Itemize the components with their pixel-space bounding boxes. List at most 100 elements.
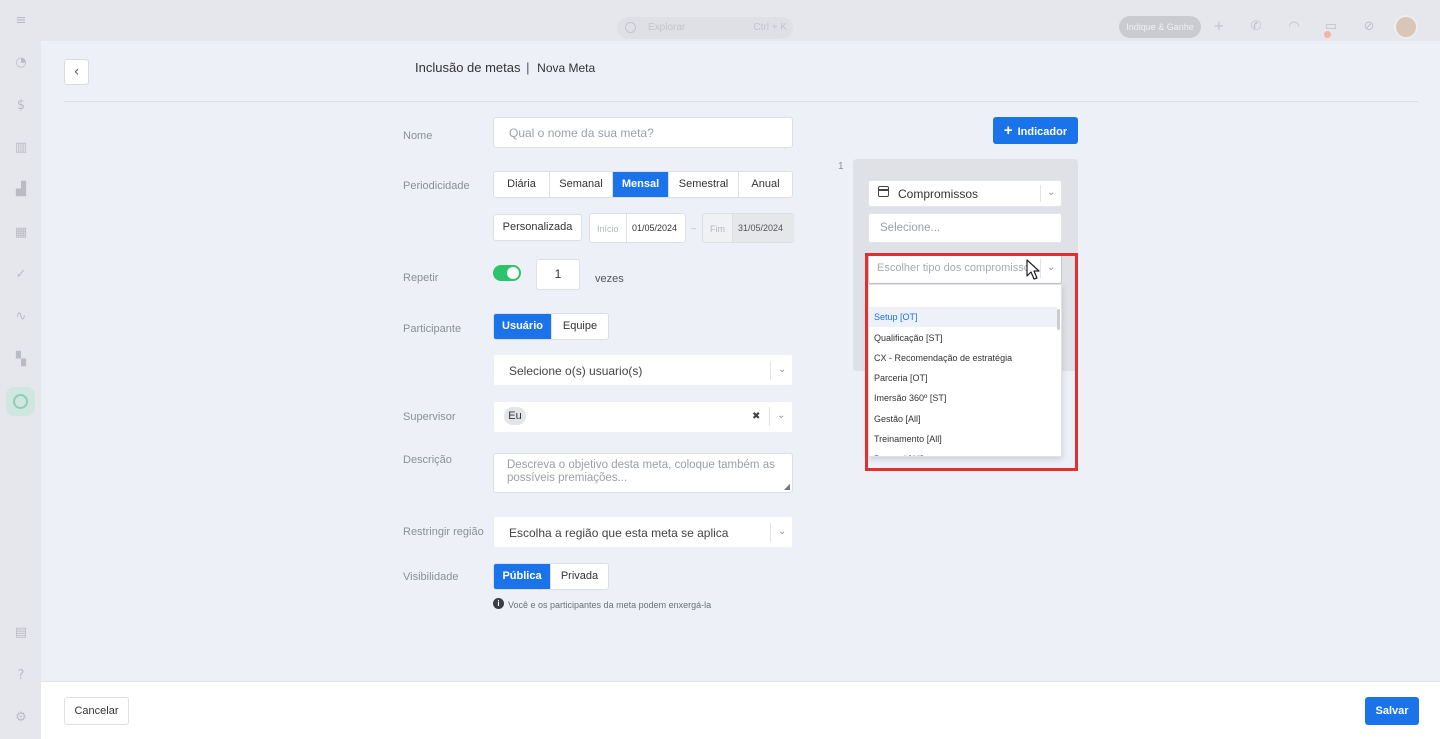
grid-icon[interactable]: ▚ [14, 353, 28, 367]
periodicidade-toggle: Diária Semanal Mensal Semestral Anual [493, 171, 793, 198]
check-circle-icon[interactable]: ✓ [14, 268, 28, 282]
indicator-type-value: Compromissos [898, 187, 979, 201]
modal-footer: Cancelar Salvar [41, 681, 1440, 739]
inicio-field[interactable]: Início 01/05/2024 [589, 213, 686, 243]
explore-shortcut: Ctrl + K [753, 22, 787, 33]
descricao-textarea[interactable]: Descreva o objetivo desta meta, coloque … [493, 453, 793, 493]
supervisor-select[interactable] [493, 401, 793, 433]
select-separator [770, 523, 771, 542]
regiao-placeholder: Escolha a região que esta meta se aplica [509, 526, 729, 540]
nome-label: Nome [403, 130, 433, 142]
notification-dot [1324, 31, 1331, 38]
descricao-placeholder: Descreva o objetivo desta meta, coloque … [507, 459, 775, 484]
indicator-value-select[interactable]: Selecione... [868, 213, 1062, 243]
visibilidade-publica[interactable]: Pública [494, 564, 551, 589]
participante-label: Participante [403, 323, 462, 335]
gear-icon[interactable]: ⚙ [14, 711, 28, 725]
annotation-highlight-box [865, 253, 1078, 471]
money-icon[interactable]: $ [14, 99, 28, 113]
indicator-value-placeholder: Selecione... [880, 222, 941, 234]
trend-icon[interactable]: ∿ [14, 310, 28, 324]
bell-icon[interactable]: ◠ [1287, 20, 1301, 34]
descricao-label: Descrição [403, 454, 452, 466]
page-title: Inclusão de metas | Nova Meta [415, 60, 595, 75]
explore-label: Explorar [648, 22, 686, 33]
chevron-down-icon: ⌄ [778, 364, 787, 375]
repetir-count-input[interactable]: 1 [536, 259, 580, 290]
periodicidade-semestral[interactable]: Semestral [669, 172, 739, 197]
target-icon [13, 394, 28, 409]
select-separator [1040, 185, 1041, 202]
fim-label: Fim [710, 224, 725, 234]
goals-nav-active[interactable] [6, 387, 35, 416]
plus-icon[interactable]: + [1212, 20, 1226, 34]
visibilidade-label: Visibilidade [403, 571, 459, 583]
phone-icon[interactable]: ✆ [1249, 20, 1263, 34]
regiao-label: Restringir região [403, 526, 484, 538]
inicio-label: Início [597, 224, 619, 234]
periodicidade-label: Periodicidade [403, 180, 470, 192]
usuarios-select[interactable]: Selecione o(s) usuario(s) ⌄ [493, 354, 793, 386]
plus-icon: + [1003, 122, 1013, 139]
participante-toggle: Usuário Equipe [493, 313, 609, 340]
title-separator: | [526, 60, 530, 75]
clear-icon[interactable]: ✖ [752, 411, 760, 422]
participante-equipe[interactable]: Equipe [552, 314, 608, 339]
visibilidade-toggle: Pública Privada [493, 563, 609, 590]
supervisor-label: Supervisor [403, 411, 456, 423]
periodicidade-anual[interactable]: Anual [739, 172, 792, 197]
indicator-type-select[interactable]: Compromissos ⌄ [868, 180, 1062, 207]
personalizada-button[interactable]: Personalizada [493, 214, 582, 241]
search-icon [625, 22, 636, 33]
dashboard-icon[interactable]: ◔ [14, 56, 28, 70]
title-main: Inclusão de metas [415, 60, 521, 75]
repetir-label: Repetir [403, 272, 439, 284]
select-separator [770, 361, 771, 380]
chevron-down-icon: ⌄ [778, 526, 787, 537]
chevron-down-icon[interactable]: ⌄ [777, 410, 785, 421]
check-icon[interactable]: ⊘ [1362, 20, 1376, 34]
repetir-toggle[interactable] [493, 265, 521, 281]
header-divider [64, 101, 1418, 102]
resize-handle-icon[interactable]: ◢ [784, 482, 790, 491]
fim-field: Fim 31/05/2024 [702, 213, 794, 243]
help-icon[interactable]: ? [14, 669, 28, 683]
calendar-icon[interactable]: ▦ [14, 226, 28, 240]
repetir-suffix: vezes [595, 273, 624, 285]
indique-ganhe-button[interactable]: Indique & Ganhe [1119, 16, 1201, 38]
chart-icon[interactable]: ▟ [14, 183, 28, 197]
chevron-down-icon: ⌄ [1047, 187, 1056, 198]
info-icon: i [493, 598, 504, 609]
periodicidade-diaria[interactable]: Diária [494, 172, 550, 197]
building-icon[interactable]: ▥ [14, 141, 28, 155]
participante-usuario[interactable]: Usuário [494, 314, 552, 339]
calendar-icon [878, 186, 889, 197]
save-button[interactable]: Salvar [1365, 697, 1419, 725]
back-button[interactable]: ‹ [64, 59, 89, 85]
mouse-cursor-icon [1026, 259, 1040, 280]
periodicidade-semanal[interactable]: Semanal [550, 172, 613, 197]
app-topbar: Explorar Ctrl + K Indique & Ganhe + ✆ ◠ … [41, 0, 1440, 41]
visibilidade-privada[interactable]: Privada [551, 564, 608, 589]
explore-search[interactable]: Explorar Ctrl + K [617, 17, 793, 39]
avatar[interactable] [1394, 15, 1418, 39]
fim-value: 31/05/2024 [732, 214, 794, 242]
cancel-button[interactable]: Cancelar [64, 697, 129, 725]
visibilidade-info: Você e os participantes da meta podem en… [508, 600, 712, 610]
nome-input[interactable]: Qual o nome da sua meta? [493, 117, 793, 148]
supervisor-chip: Eu [504, 407, 526, 425]
add-indicator-button[interactable]: + Indicador [993, 117, 1078, 144]
menu-icon[interactable]: ≡ [14, 14, 28, 28]
nome-placeholder: Qual o nome da sua meta? [509, 126, 654, 140]
app-sidebar: ≡ ◔ $ ▥ ▟ ▦ ✓ ∿ ▚ ▤ ? ⚙ [0, 0, 41, 739]
regiao-select[interactable]: Escolha a região que esta meta se aplica… [493, 516, 793, 548]
add-indicator-label: Indicador [1017, 126, 1068, 138]
date-range-separator: – [691, 223, 697, 233]
periodicidade-mensal[interactable]: Mensal [613, 172, 669, 197]
inicio-value: 01/05/2024 [626, 214, 686, 242]
goal-modal: ‹ Inclusão de metas | Nova Meta Nome Qua… [41, 41, 1440, 739]
usuarios-placeholder: Selecione o(s) usuario(s) [509, 364, 643, 378]
layers-icon[interactable]: ▤ [14, 626, 28, 640]
title-subtitle: Nova Meta [537, 61, 596, 75]
indicator-index: 1 [838, 161, 844, 172]
